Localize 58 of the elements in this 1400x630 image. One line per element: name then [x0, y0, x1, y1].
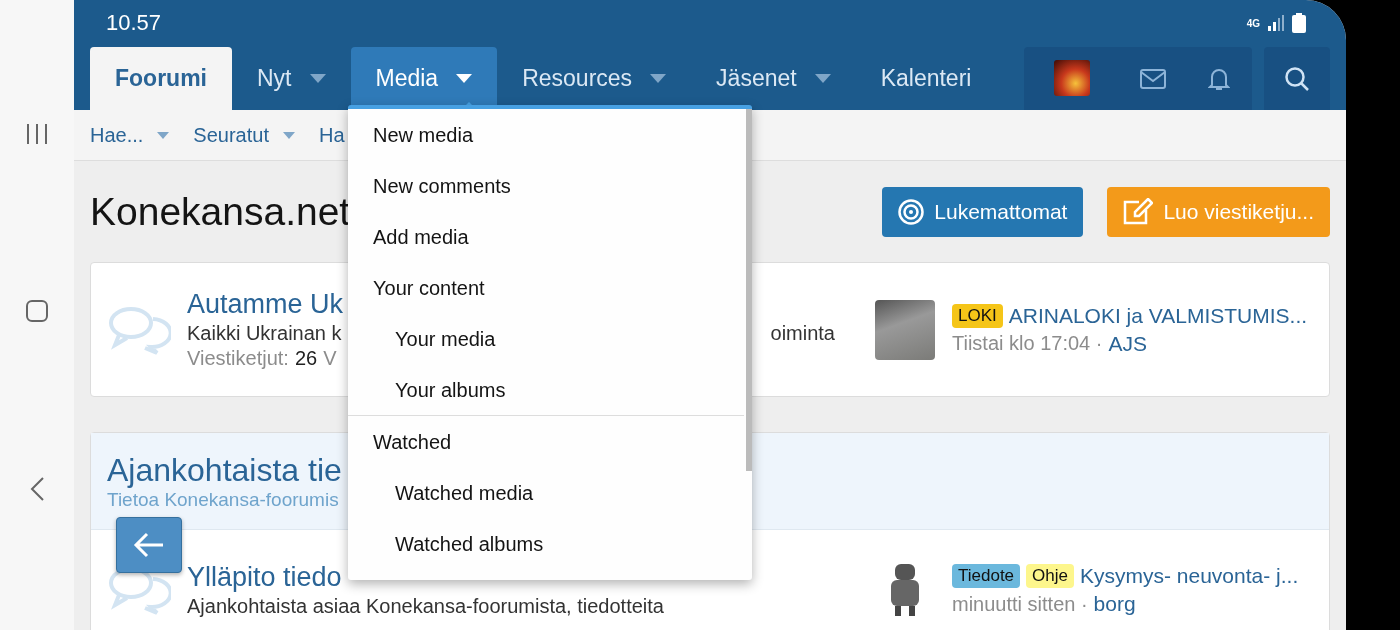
post-time: Tiistai klo 17:04 ·	[952, 332, 1103, 355]
nav-tab[interactable]: Foorumi	[90, 47, 232, 110]
back-icon[interactable]	[29, 476, 45, 502]
author-link[interactable]: AJS	[1108, 331, 1147, 356]
category-title[interactable]: Ajankohtaista tie	[107, 451, 342, 489]
stats-label: Viestiketjut:	[187, 347, 289, 370]
author-link[interactable]: borg	[1093, 592, 1136, 616]
caret-icon	[282, 131, 295, 139]
network-type: 4G	[1246, 17, 1260, 29]
menu-item[interactable]: Watched	[348, 415, 744, 471]
mail-icon[interactable]	[1140, 68, 1166, 89]
menu-item[interactable]: Watched albums	[348, 522, 744, 573]
sub-nav-link[interactable]: Seuratut	[193, 123, 295, 147]
thread-title[interactable]: Kysymys- neuvonta- j...	[1080, 564, 1299, 588]
unread-button[interactable]: Lukemattomat	[882, 186, 1084, 237]
user-avatar[interactable]	[1054, 60, 1090, 96]
back-button[interactable]	[116, 517, 182, 573]
caret-icon	[157, 131, 170, 139]
nav-tab[interactable]: Kalenteri	[855, 47, 997, 110]
forum-description: oiminta	[770, 322, 835, 345]
thread-tag: Tiedote	[952, 564, 1021, 588]
forum-description: Ajankohtaista asiaa Konekansa-foorumista, tiedotteita	[187, 595, 665, 618]
clock-time: 10.57	[106, 10, 162, 36]
nav-tab[interactable]: Nyt	[232, 47, 351, 110]
signal-icon	[1267, 15, 1285, 31]
recent-apps-icon[interactable]	[25, 123, 49, 145]
category-subtitle: Tietoa Konekansa-foorumis	[107, 488, 339, 511]
menu-item[interactable]: Watched media	[348, 471, 744, 522]
chat-bubbles-icon	[107, 304, 171, 355]
thread-tag: LOKI	[952, 303, 1003, 328]
menu-item[interactable]: New comments	[348, 164, 744, 215]
thread-title[interactable]: ARINALOKI ja VALMISTUMIS...	[1008, 303, 1308, 328]
page-title: Konekansa.net	[90, 189, 351, 234]
menu-item[interactable]: New media	[348, 113, 744, 164]
sub-nav-link[interactable]: Ha	[318, 123, 345, 147]
menu-item[interactable]: Your media	[348, 317, 744, 368]
thread-tag: Ohje	[1026, 564, 1074, 588]
caret-icon	[456, 74, 473, 83]
caret-icon	[309, 74, 326, 83]
home-icon[interactable]	[25, 298, 49, 323]
menu-item[interactable]: Add media	[348, 215, 744, 266]
stats-label: V	[323, 347, 337, 370]
caret-icon	[814, 74, 831, 83]
forum-description: Kaikki Ukrainan k	[187, 322, 342, 345]
nav-tab[interactable]: Jäsenet	[691, 47, 856, 110]
edit-icon	[1123, 198, 1154, 225]
stats-value: 26	[294, 347, 318, 370]
nav-tab[interactable]: Resources	[497, 47, 692, 110]
search-icon[interactable]	[1284, 65, 1310, 92]
thread-thumbnail[interactable]	[875, 299, 935, 360]
post-time: minuutti sitten ·	[952, 592, 1088, 616]
arrow-left-icon	[133, 532, 165, 558]
battery-icon	[1292, 13, 1306, 33]
menu-item[interactable]: Your content	[348, 266, 744, 317]
sub-nav-link[interactable]: Hae...	[90, 123, 170, 147]
caret-icon	[650, 74, 667, 83]
bell-icon[interactable]	[1208, 66, 1230, 91]
target-icon	[898, 198, 925, 225]
